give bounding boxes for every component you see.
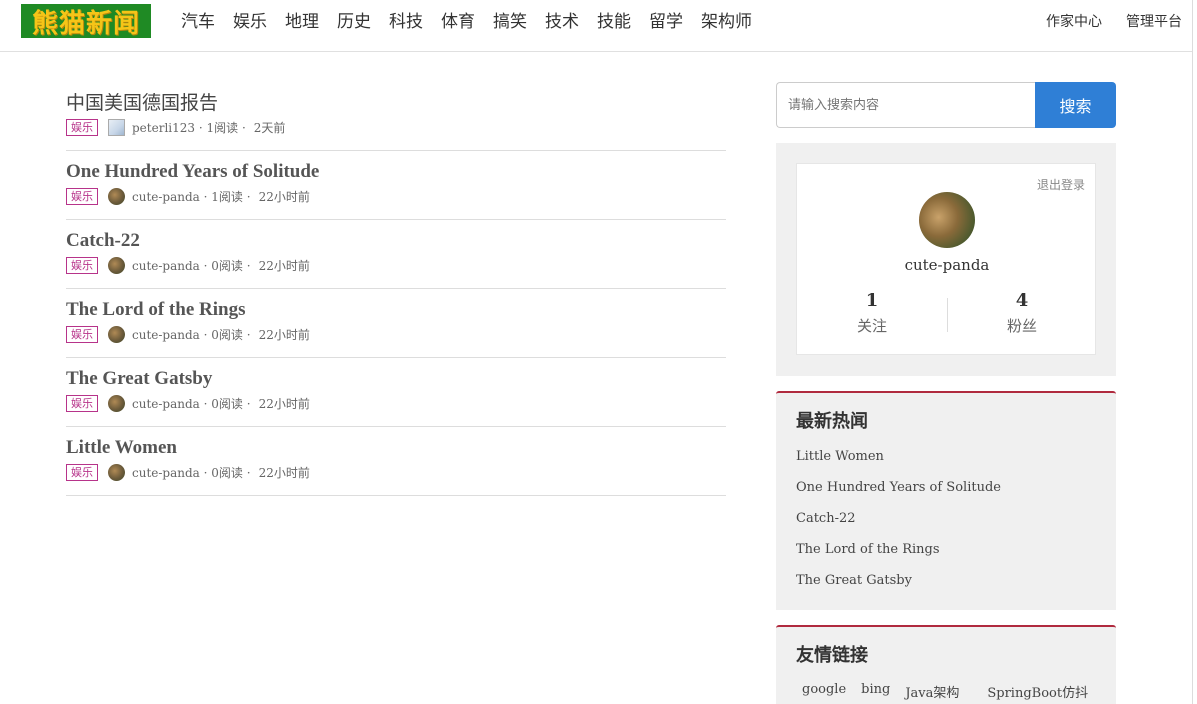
category-tag[interactable]: 娱乐: [66, 464, 98, 481]
user-panel: 退出登录 cute-panda 1 关注 4 粉丝: [776, 143, 1116, 376]
author-name: cute-panda: [132, 189, 200, 204]
author-avatar-broken-image-icon: [108, 119, 125, 136]
article-item[interactable]: One Hundred Years of Solitude 娱乐 cute-pa…: [66, 151, 726, 220]
author-name: peterli123: [132, 120, 196, 135]
post-time: 22小时前: [258, 259, 310, 273]
read-count: · 1阅读 ·: [198, 121, 246, 135]
article-item[interactable]: The Great Gatsby 娱乐 cute-panda · 0阅读 · 2…: [66, 358, 726, 427]
category-tag[interactable]: 娱乐: [66, 326, 98, 343]
read-count: · 0阅读 ·: [203, 259, 251, 273]
nav-item-study-abroad[interactable]: 留学: [649, 10, 683, 34]
stats-divider: [947, 298, 948, 332]
post-time: 22小时前: [258, 397, 310, 411]
article-meta: 娱乐 peterli123 · 1阅读 · 2天前: [66, 119, 726, 136]
category-tag[interactable]: 娱乐: [66, 395, 98, 412]
top-header: 熊猫新闻 汽车 娱乐 地理 历史 科技 体育 搞笑 技术 技能 留学 架构师 作…: [0, 0, 1192, 52]
nav-item-skills[interactable]: 技能: [597, 10, 631, 34]
author-avatar: [108, 188, 125, 205]
following-label: 关注: [856, 317, 887, 335]
friend-link-google[interactable]: google: [802, 682, 846, 704]
article-list: 中国美国德国报告 娱乐 peterli123 · 1阅读 · 2天前 One H…: [66, 82, 726, 496]
following-stat[interactable]: 1 关注: [797, 290, 947, 336]
friend-link-springboot-douyin[interactable]: SpringBoot仿抖音: [987, 682, 1101, 704]
hot-news-item[interactable]: One Hundred Years of Solitude: [796, 479, 1001, 510]
followers-count: 4: [1015, 290, 1029, 311]
author-avatar: [108, 464, 125, 481]
article-title[interactable]: Catch-22: [66, 230, 726, 252]
hot-news-item[interactable]: The Great Gatsby: [796, 572, 1001, 603]
article-title[interactable]: The Great Gatsby: [66, 368, 726, 390]
post-time: 22小时前: [258, 328, 310, 342]
article-item[interactable]: The Lord of the Rings 娱乐 cute-panda · 0阅…: [66, 289, 726, 358]
nav-item-geography[interactable]: 地理: [285, 10, 319, 34]
category-tag[interactable]: 娱乐: [66, 188, 98, 205]
nav-item-funny[interactable]: 搞笑: [493, 10, 527, 34]
user-name[interactable]: cute-panda: [797, 256, 1097, 274]
followers-stat[interactable]: 4 粉丝: [947, 290, 1097, 336]
followers-label: 粉丝: [1006, 317, 1037, 335]
hot-news-item[interactable]: Catch-22: [796, 510, 1001, 541]
author-name: cute-panda: [132, 396, 200, 411]
author-name: cute-panda: [132, 258, 200, 273]
article-meta: 娱乐 cute-panda · 0阅读 · 22小时前: [66, 395, 726, 412]
user-avatar[interactable]: [919, 192, 975, 248]
logo-text: 熊猫新闻: [31, 8, 140, 39]
article-meta: 娱乐 cute-panda · 0阅读 · 22小时前: [66, 257, 726, 274]
hot-news-panel: 最新热闻 Little Women One Hundred Years of S…: [776, 391, 1116, 610]
nav-item-entertainment[interactable]: 娱乐: [233, 10, 267, 34]
user-card: 退出登录 cute-panda 1 关注 4 粉丝: [796, 163, 1096, 355]
nav-item-cars[interactable]: 汽车: [181, 10, 215, 34]
hot-news-title: 最新热闻: [796, 411, 868, 432]
nav-item-tech[interactable]: 技术: [545, 10, 579, 34]
nav-item-architect[interactable]: 架构师: [701, 10, 752, 34]
category-tag[interactable]: 娱乐: [66, 119, 98, 136]
article-item[interactable]: Little Women 娱乐 cute-panda · 0阅读 · 22小时前: [66, 427, 726, 496]
author-avatar: [108, 395, 125, 412]
author-name: cute-panda: [132, 465, 200, 480]
search-bar: 搜索: [776, 82, 1116, 128]
hot-news-item[interactable]: Little Women: [796, 448, 1001, 479]
read-count: · 0阅读 ·: [203, 397, 251, 411]
article-meta: 娱乐 cute-panda · 0阅读 · 22小时前: [66, 464, 726, 481]
search-button[interactable]: 搜索: [1035, 82, 1116, 128]
friend-links-panel: 友情链接 google bing Java架构师 SpringBoot仿抖音: [776, 625, 1116, 704]
article-title[interactable]: One Hundred Years of Solitude: [66, 161, 726, 183]
read-count: · 1阅读 ·: [203, 190, 251, 204]
main-nav: 汽车 娱乐 地理 历史 科技 体育 搞笑 技术 技能 留学 架构师: [181, 10, 770, 34]
article-meta: 娱乐 cute-panda · 1阅读 · 22小时前: [66, 188, 726, 205]
article-item[interactable]: 中国美国德国报告 娱乐 peterli123 · 1阅读 · 2天前: [66, 82, 726, 151]
read-count: · 0阅读 ·: [203, 328, 251, 342]
search-input[interactable]: [776, 82, 1036, 128]
read-count: · 0阅读 ·: [203, 466, 251, 480]
friend-links-list: google bing Java架构师 SpringBoot仿抖音: [802, 682, 1116, 704]
post-time: 22小时前: [258, 190, 310, 204]
hot-news-list: Little Women One Hundred Years of Solitu…: [796, 448, 1001, 603]
logout-link[interactable]: 退出登录: [1037, 176, 1085, 193]
site-logo[interactable]: 熊猫新闻: [21, 4, 151, 39]
header-actions: 作家中心 管理平台: [1022, 11, 1182, 31]
hot-news-item[interactable]: The Lord of the Rings: [796, 541, 1001, 572]
article-title[interactable]: Little Women: [66, 437, 726, 459]
friend-link-java-architect[interactable]: Java架构师: [905, 682, 972, 704]
author-avatar: [108, 257, 125, 274]
category-tag[interactable]: 娱乐: [66, 257, 98, 274]
writer-center-link[interactable]: 作家中心: [1046, 11, 1102, 31]
post-time: 22小时前: [258, 466, 310, 480]
friend-links-title: 友情链接: [796, 645, 868, 666]
nav-item-sports[interactable]: 体育: [441, 10, 475, 34]
article-meta: 娱乐 cute-panda · 0阅读 · 22小时前: [66, 326, 726, 343]
author-name: cute-panda: [132, 327, 200, 342]
article-item[interactable]: Catch-22 娱乐 cute-panda · 0阅读 · 22小时前: [66, 220, 726, 289]
admin-platform-link[interactable]: 管理平台: [1126, 11, 1182, 31]
post-time: 2天前: [253, 121, 286, 135]
nav-item-history[interactable]: 历史: [337, 10, 371, 34]
article-title[interactable]: 中国美国德国报告: [66, 92, 726, 114]
nav-item-technology[interactable]: 科技: [389, 10, 423, 34]
author-avatar: [108, 326, 125, 343]
friend-link-bing[interactable]: bing: [861, 682, 890, 704]
article-title[interactable]: The Lord of the Rings: [66, 299, 726, 321]
user-stats: 1 关注 4 粉丝: [797, 290, 1097, 336]
following-count: 1: [865, 290, 879, 311]
page-scrollbar[interactable]: [1192, 0, 1197, 704]
